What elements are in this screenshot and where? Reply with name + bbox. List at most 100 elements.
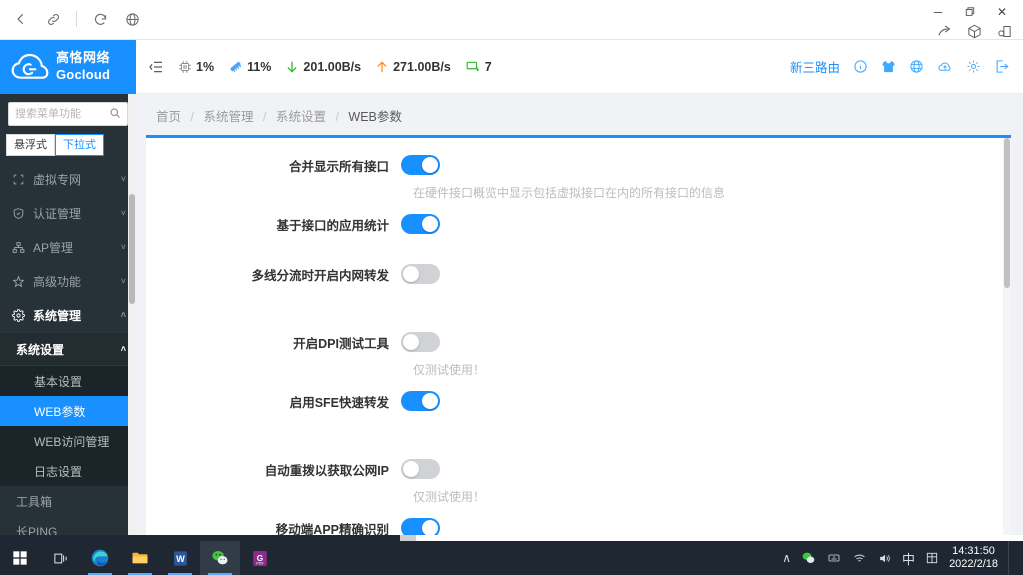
chevron-down-icon: ˅ xyxy=(120,242,126,252)
keyboard-tray-icon[interactable] xyxy=(826,552,842,564)
taskbar-items: W G PDF xyxy=(0,541,280,575)
ime-tray-icon[interactable]: 中 xyxy=(902,549,915,568)
stat-upload: 271.00B/s xyxy=(375,59,451,75)
toggle-merge-interfaces[interactable] xyxy=(401,155,440,175)
search-box[interactable] xyxy=(8,102,128,126)
chevron-up-icon: ˄ xyxy=(120,344,126,354)
stat-cpu-value: 1% xyxy=(196,59,215,74)
gear-icon xyxy=(10,308,26,322)
edge-button[interactable] xyxy=(80,541,120,575)
volume-tray-icon[interactable] xyxy=(877,552,892,565)
tshirt-icon[interactable] xyxy=(881,59,896,74)
setting-row-interface-app-stats: 基于接口的应用统计 xyxy=(146,211,1011,237)
cloud-upload-icon[interactable] xyxy=(937,59,953,74)
globe-icon[interactable] xyxy=(123,10,141,28)
show-desktop-button[interactable] xyxy=(1008,541,1013,575)
toggle-dpi-test-tool[interactable] xyxy=(401,332,440,352)
breadcrumb-system-settings[interactable]: 系统设置 xyxy=(276,110,326,124)
sidebar-item-ap[interactable]: AP管理 ˅ xyxy=(0,230,136,264)
screenshot-icon[interactable] xyxy=(995,22,1013,40)
setting-row-sfe-fast-forward: 启用SFE快速转发 xyxy=(146,388,1011,414)
sidebar-item-advanced[interactable]: 高级功能 ˅ xyxy=(0,264,136,298)
gpdf-button[interactable]: G PDF xyxy=(240,541,280,575)
cpu-icon xyxy=(178,60,192,74)
cube-icon[interactable] xyxy=(965,22,983,40)
breadcrumb-home[interactable]: 首页 xyxy=(156,110,181,124)
task-view-button[interactable] xyxy=(40,541,80,575)
svg-text:PDF: PDF xyxy=(256,561,264,565)
breadcrumb-system-mgmt[interactable]: 系统管理 xyxy=(203,110,253,124)
back-icon[interactable] xyxy=(12,10,30,28)
stat-memory: 11% xyxy=(228,59,271,74)
gocloud-cloud-icon xyxy=(10,52,50,82)
content-scrollbar[interactable] xyxy=(1003,138,1011,535)
toggle-mobile-app-recognition[interactable] xyxy=(401,518,440,535)
sidebar-item-vpn[interactable]: 虚拟专网 ˅ xyxy=(0,162,136,196)
upload-arrow-icon xyxy=(375,59,389,75)
sidebar-menu: 虚拟专网 ˅ 认证管理 ˅ AP管理 ˅ 高级功能 ˅ 系统管理 ˄ 系统设置 … xyxy=(0,162,136,541)
search-input[interactable] xyxy=(15,108,109,120)
toggle-sfe-fast-forward[interactable] xyxy=(401,391,440,411)
sidebar-item-web-access[interactable]: WEB访问管理 xyxy=(0,426,136,456)
share-icon[interactable] xyxy=(935,22,953,40)
menu-mode-tabs: 悬浮式 下拉式 xyxy=(0,130,136,162)
wifi-tray-icon[interactable] xyxy=(852,552,867,565)
maximize-button[interactable] xyxy=(955,2,985,22)
stat-upload-value: 271.00B/s xyxy=(393,59,451,74)
search-icon[interactable] xyxy=(109,107,121,122)
submenu-header-system-settings[interactable]: 系统设置 ˄ xyxy=(0,332,136,366)
link-icon[interactable] xyxy=(44,10,62,28)
stat-memory-value: 11% xyxy=(247,59,272,74)
sidebar-item-system[interactable]: 系统管理 ˄ xyxy=(0,298,136,332)
sidebar-item-toolbox[interactable]: 工具箱 xyxy=(0,486,136,516)
clock-date: 2022/2/18 xyxy=(949,558,998,570)
setting-label: 开启DPI测试工具 xyxy=(293,336,389,351)
collapse-menu-icon[interactable] xyxy=(148,59,164,75)
word-button[interactable]: W xyxy=(160,541,200,575)
ime-panel-icon[interactable] xyxy=(925,551,939,565)
sidebar-item-basic-settings[interactable]: 基本设置 xyxy=(0,366,136,396)
menu-mode-dropdown[interactable]: 下拉式 xyxy=(55,134,104,156)
toggle-auto-redial-public-ip[interactable] xyxy=(401,459,440,479)
wechat-button[interactable] xyxy=(200,541,240,575)
reload-icon[interactable] xyxy=(91,10,109,28)
window-controls: ─ ✕ xyxy=(923,2,1017,22)
sidebar-item-web-params[interactable]: WEB参数 xyxy=(0,396,136,426)
setting-row-merge-interfaces: 合并显示所有接口 xyxy=(146,152,1011,178)
app-logo[interactable]: 高恪网络 Gocloud xyxy=(0,40,136,94)
toggle-interface-app-stats[interactable] xyxy=(401,214,440,234)
file-explorer-button[interactable] xyxy=(120,541,160,575)
sidebar-scrollbar-thumb[interactable] xyxy=(129,194,135,304)
globe-icon[interactable] xyxy=(909,59,924,74)
toggle-multiline-lan-forward[interactable] xyxy=(401,264,440,284)
content-scrollbar-thumb[interactable] xyxy=(1004,138,1010,288)
sidebar-item-log-settings[interactable]: 日志设置 xyxy=(0,456,136,486)
monitor-icon xyxy=(465,60,481,74)
system-tray: ∧ 中 14:31:50 2022/2/18 xyxy=(782,541,1023,575)
sidebar: 悬浮式 下拉式 虚拟专网 ˅ 认证管理 ˅ xyxy=(0,94,136,541)
sitemap-icon xyxy=(10,241,26,254)
browser-toolbar: ─ ✕ xyxy=(0,0,1023,40)
chevron-down-icon: ˅ xyxy=(120,174,126,184)
logout-icon[interactable] xyxy=(994,59,1009,74)
sidebar-item-auth[interactable]: 认证管理 ˅ xyxy=(0,196,136,230)
gear-icon[interactable] xyxy=(966,59,981,74)
breadcrumb: 首页 / 系统管理 / 系统设置 / WEB参数 xyxy=(136,94,1023,135)
setting-label: 基于接口的应用统计 xyxy=(276,218,389,233)
toggle-knob xyxy=(403,266,419,282)
router-name[interactable]: 新三路由 xyxy=(790,57,840,76)
close-button[interactable]: ✕ xyxy=(987,2,1017,22)
info-icon[interactable] xyxy=(853,59,868,74)
setting-label: 移动端APP精确识别 xyxy=(275,522,389,536)
wechat-tray-icon[interactable] xyxy=(801,551,816,565)
row-spacer xyxy=(146,311,1011,329)
show-hidden-icons[interactable]: ∧ xyxy=(782,551,791,565)
download-arrow-icon xyxy=(285,59,299,75)
taskbar-clock[interactable]: 14:31:50 2022/2/18 xyxy=(949,545,998,571)
menu-mode-float[interactable]: 悬浮式 xyxy=(6,134,55,156)
setting-row-mobile-app-recognition: 移动端APP精确识别 xyxy=(146,515,1011,535)
sidebar-scrollbar[interactable] xyxy=(128,94,136,541)
toolbar-divider xyxy=(76,11,77,27)
start-button[interactable] xyxy=(0,541,40,575)
minimize-button[interactable]: ─ xyxy=(923,2,953,22)
